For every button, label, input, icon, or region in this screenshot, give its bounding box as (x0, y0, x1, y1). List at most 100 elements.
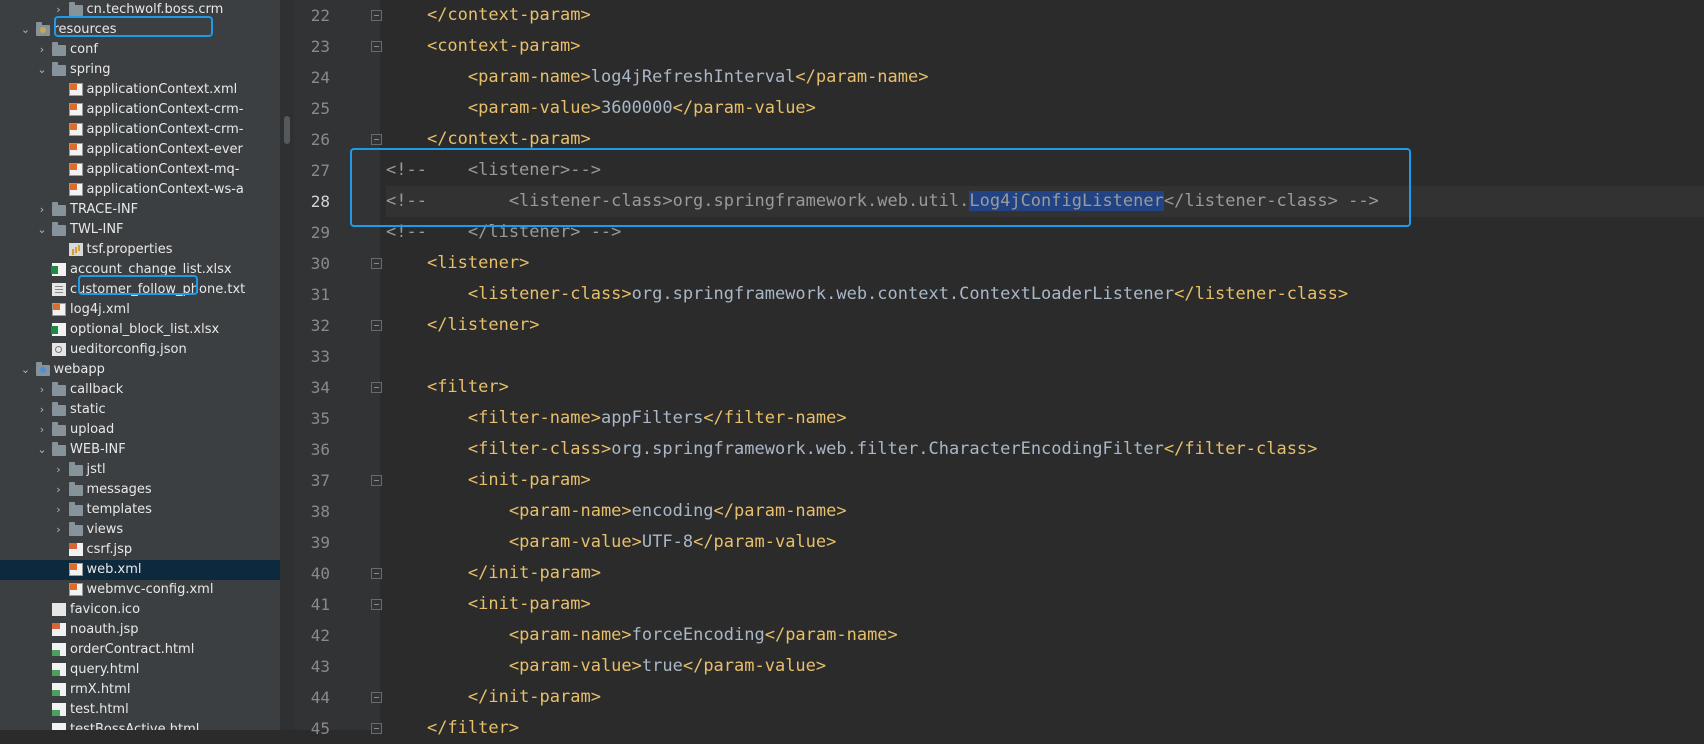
fold-marker-icon[interactable] (371, 692, 382, 703)
fold-marker-icon[interactable] (371, 258, 382, 269)
chevron-down-icon[interactable]: ⌄ (36, 220, 48, 240)
code-line[interactable]: </filter> (386, 713, 1704, 744)
code-line[interactable] (386, 341, 1704, 372)
code-line[interactable]: <init-param> (386, 589, 1704, 620)
tree-item-label: conf (70, 42, 98, 57)
folder-icon (68, 462, 83, 476)
code-line[interactable]: <param-name>forceEncoding</param-name> (386, 620, 1704, 651)
excel-file-icon (51, 263, 66, 276)
tree-item[interactable]: ⌄ spring (0, 60, 280, 80)
code-line[interactable]: <listener-class>org.springframework.web.… (386, 279, 1704, 310)
tree-item-label: webmvc-config.xml (86, 582, 214, 597)
tree-item[interactable]: › callback (0, 380, 280, 400)
panel-divider[interactable] (280, 0, 294, 730)
line-number: 39 (310, 533, 330, 552)
tree-item[interactable]: applicationContext-crm- (0, 120, 280, 140)
xml-file-icon (68, 83, 83, 96)
fold-marker-icon[interactable] (371, 41, 382, 52)
chevron-down-icon[interactable]: ⌄ (20, 20, 32, 40)
code-line[interactable]: <param-value>3600000</param-value> (386, 93, 1704, 124)
tree-item[interactable]: ueditorconfig.json (0, 340, 280, 360)
tree-item[interactable]: applicationContext-crm- (0, 100, 280, 120)
code-line[interactable]: </listener> (386, 310, 1704, 341)
chevron-down-icon[interactable]: ⌄ (36, 60, 48, 80)
json-file-icon (52, 343, 66, 356)
tree-item[interactable]: test.html (0, 700, 280, 720)
code-line[interactable]: <filter-name>appFilters</filter-name> (386, 403, 1704, 434)
code-line[interactable]: <filter> (386, 372, 1704, 403)
code-line[interactable]: </context-param> (386, 0, 1704, 31)
code-line[interactable]: <context-param> (386, 31, 1704, 62)
tree-item[interactable]: ⌄ WEB-INF (0, 440, 280, 460)
line-number: 23 (310, 37, 330, 56)
chevron-right-icon[interactable]: › (53, 520, 65, 540)
tree-item[interactable]: › templates (0, 500, 280, 520)
code-line[interactable]: <param-value>UTF-8</param-value> (386, 527, 1704, 558)
tree-item[interactable]: › views (0, 520, 280, 540)
tree-item[interactable]: rmX.html (0, 680, 280, 700)
tree-item[interactable]: webmvc-config.xml (0, 580, 280, 600)
code-line[interactable]: <listener> (386, 248, 1704, 279)
line-number: 24 (310, 68, 330, 87)
folder-icon (52, 202, 66, 216)
tree-item[interactable]: ⌄ TWL-INF (0, 220, 280, 240)
tree-item[interactable]: log4j.xml (0, 300, 280, 320)
tree-item[interactable]: › messages (0, 480, 280, 500)
excel-file-icon (51, 323, 66, 336)
tree-item[interactable]: › conf (0, 40, 280, 60)
tree-item[interactable]: applicationContext-ws-a (0, 180, 280, 200)
tree-item[interactable]: › static (0, 400, 280, 420)
chevron-right-icon[interactable]: › (53, 500, 65, 520)
code-line[interactable]: <init-param> (386, 465, 1704, 496)
tree-item[interactable]: noauth.jsp (0, 620, 280, 640)
chevron-right-icon[interactable]: › (53, 480, 65, 500)
tree-item[interactable]: applicationContext.xml (0, 80, 280, 100)
tree-item[interactable]: csrf.jsp (0, 540, 280, 560)
fold-marker-icon[interactable] (371, 10, 382, 21)
code-line[interactable]: </init-param> (386, 682, 1704, 713)
folder-icon (52, 42, 66, 56)
tree-item-label: rmX.html (70, 682, 131, 697)
tree-item-label: TRACE-INF (70, 202, 139, 217)
tree-item[interactable]: web.xml (0, 560, 280, 580)
code-line[interactable]: <param-name>encoding</param-name> (386, 496, 1704, 527)
code-line[interactable]: <param-name>log4jRefreshInterval</param-… (386, 62, 1704, 93)
chevron-right-icon[interactable]: › (36, 40, 48, 60)
tree-item-label: log4j.xml (70, 302, 130, 317)
tree-item[interactable]: tsf.properties (0, 240, 280, 260)
tree-item[interactable]: applicationContext-mq- (0, 160, 280, 180)
code-line[interactable]: <param-value>true</param-value> (386, 651, 1704, 682)
line-number: 45 (310, 719, 330, 738)
fold-marker-icon[interactable] (371, 134, 382, 145)
tree-item[interactable]: favicon.ico (0, 600, 280, 620)
tree-item[interactable]: testBossActive.html (0, 720, 280, 730)
line-number: 29 (310, 223, 330, 242)
fold-marker-icon[interactable] (371, 723, 382, 734)
fold-marker-icon[interactable] (371, 475, 382, 486)
tree-item[interactable]: › TRACE-INF (0, 200, 280, 220)
chevron-right-icon[interactable]: › (53, 460, 65, 480)
log4j-callout (78, 275, 198, 295)
code-line[interactable]: <filter-class>org.springframework.web.fi… (386, 434, 1704, 465)
folder-icon (52, 222, 66, 236)
fold-marker-icon[interactable] (371, 568, 382, 579)
chevron-right-icon[interactable]: › (36, 400, 48, 420)
tree-item[interactable]: optional_block_list.xlsx (0, 320, 280, 340)
project-tree-scrollbar[interactable] (284, 116, 290, 144)
tree-item[interactable]: applicationContext-ever (0, 140, 280, 160)
code-line[interactable]: </init-param> (386, 558, 1704, 589)
chevron-right-icon[interactable]: › (36, 200, 48, 220)
fold-marker-icon[interactable] (371, 382, 382, 393)
fold-marker-icon[interactable] (371, 320, 382, 331)
tree-item[interactable]: › jstl (0, 460, 280, 480)
chevron-down-icon[interactable]: ⌄ (36, 440, 48, 460)
fold-marker-icon[interactable] (371, 599, 382, 610)
chevron-down-icon[interactable]: ⌄ (20, 360, 32, 380)
tree-item[interactable]: orderContract.html (0, 640, 280, 660)
tree-item[interactable]: query.html (0, 660, 280, 680)
xml-file-icon (68, 143, 83, 156)
chevron-right-icon[interactable]: › (36, 420, 48, 440)
chevron-right-icon[interactable]: › (36, 380, 48, 400)
tree-item[interactable]: ⌄ webapp (0, 360, 280, 380)
tree-item[interactable]: › upload (0, 420, 280, 440)
